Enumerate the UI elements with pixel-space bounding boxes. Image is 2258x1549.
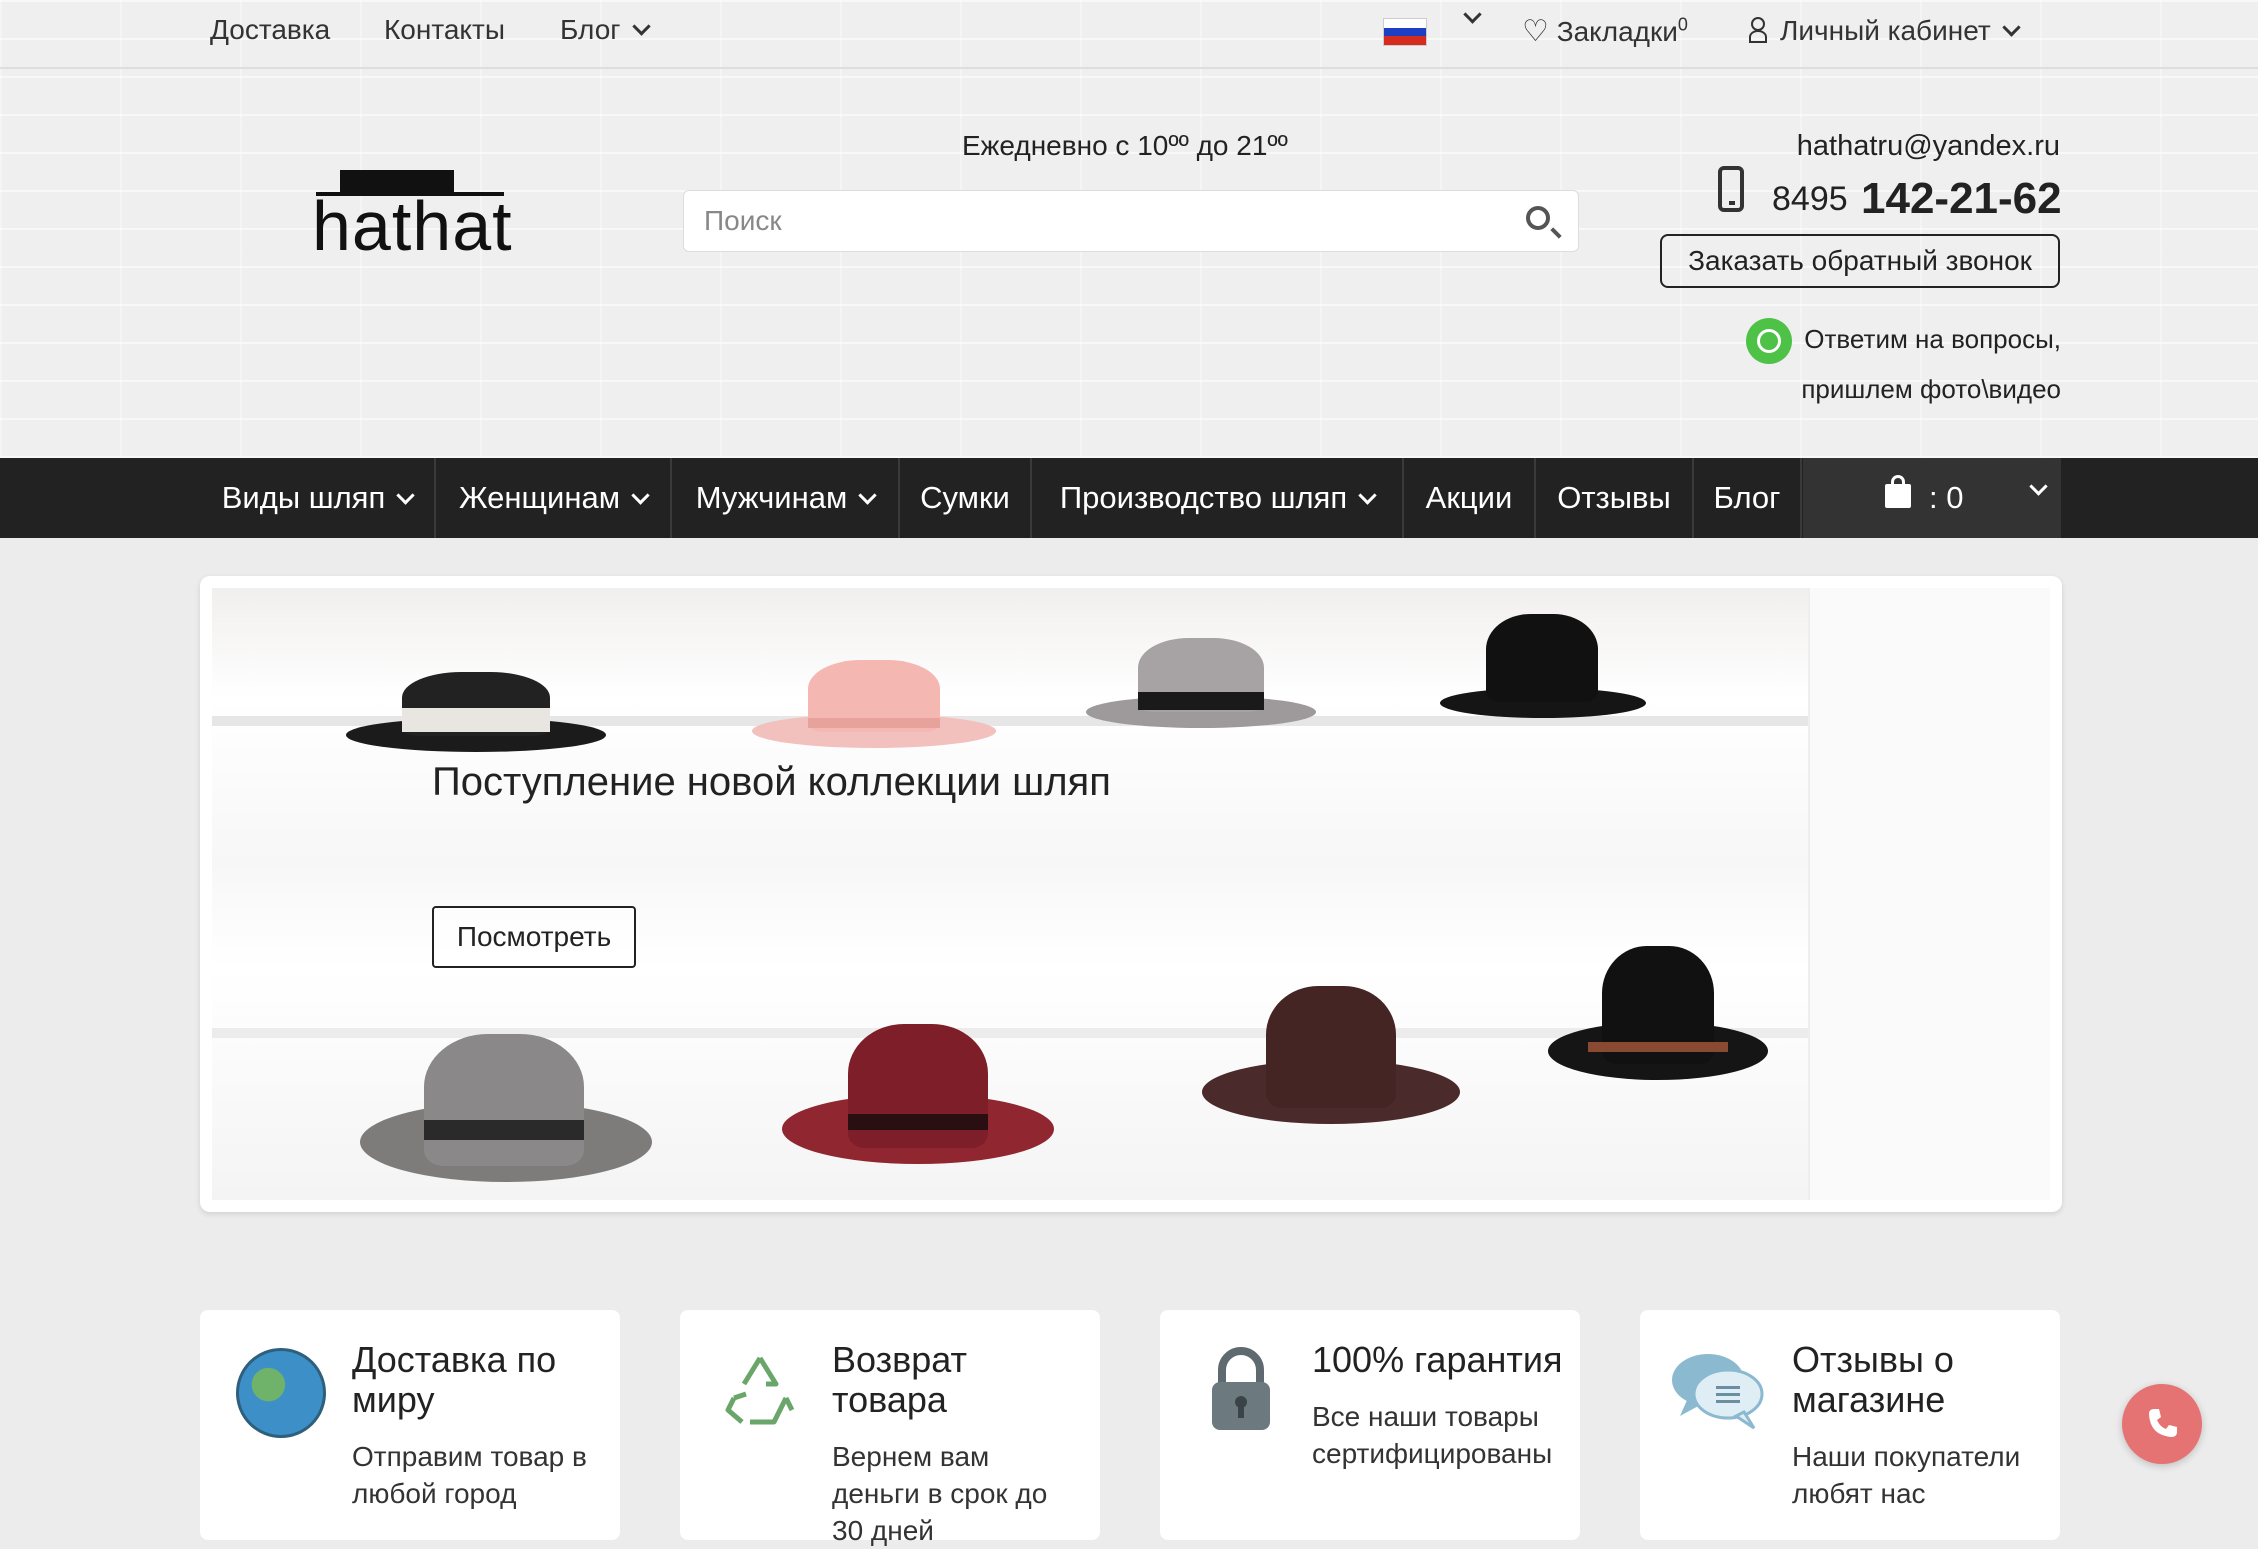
language-flag-icon[interactable] (1383, 18, 1427, 46)
feature-card-guarantee[interactable]: 100% гарантия Все наши товары сертифицир… (1160, 1310, 1580, 1540)
heart-icon: ♡ (1522, 15, 1549, 48)
hat-brown-fedora (1202, 974, 1460, 1124)
banner-image (212, 588, 2050, 1200)
banner-title: Поступление новой коллекции шляп (432, 760, 1111, 804)
feature-title: Возврат товара (832, 1339, 967, 1420)
nav-label: Производство шляп (1059, 480, 1348, 515)
feature-title: 100% гарантия (1312, 1339, 1563, 1380)
chat-icon (1668, 1350, 1768, 1430)
shelf-side (1808, 588, 2050, 1200)
language-dropdown[interactable] (1452, 5, 1482, 32)
shopping-bag-icon (1885, 475, 1911, 508)
feature-text: Вернем вам деньги в срок до 30 дней (832, 1441, 1048, 1546)
feature-card-reviews[interactable]: Отзывы о магазине Наши покупатели любят … (1640, 1310, 2060, 1540)
nav-item-bags[interactable]: Сумки (900, 458, 1032, 538)
bookmarks-link[interactable]: ♡ Закладки0 (1522, 14, 1688, 49)
globe-icon (236, 1348, 326, 1438)
site-logo[interactable]: hathat (312, 186, 513, 266)
bookmarks-count: 0 (1677, 14, 1688, 35)
flag-stripe-red (1384, 36, 1426, 45)
feature-text: Все наши товары сертифицированы (1312, 1401, 1553, 1469)
mobile-phone-icon (1718, 166, 1744, 212)
chevron-down-icon (396, 486, 415, 505)
working-hours: Ежедневно с 10ºº до 21ºº (962, 130, 1288, 161)
callback-button[interactable]: Заказать обратный звонок (1660, 234, 2060, 288)
cart-count: : 0 (1929, 480, 1964, 515)
user-icon (1748, 17, 1768, 43)
search-input[interactable] (683, 190, 1579, 252)
hat-pink (752, 658, 996, 748)
recycle-icon (720, 1350, 800, 1430)
topbar-link-contacts[interactable]: Контакты (384, 14, 505, 46)
phone-number[interactable]: 142-21-62 (1861, 174, 2062, 224)
nav-label: Мужчинам (695, 480, 848, 515)
hat-grey-black-band (1086, 638, 1316, 728)
topbar-link-blog[interactable]: Блог (560, 14, 651, 46)
search-icon[interactable] (1526, 206, 1550, 230)
chevron-down-icon (631, 17, 651, 36)
contact-email[interactable]: hathatru@yandex.ru (1797, 130, 2060, 163)
hat-grey-fedora (360, 1008, 652, 1182)
chevron-down-icon (2001, 18, 2021, 37)
feature-title: Отзывы о магазине (1792, 1339, 1954, 1420)
nav-label: Женщинам (458, 480, 621, 515)
nav-item-men[interactable]: Мужчинам (672, 458, 900, 538)
chevron-down-icon (858, 486, 877, 505)
bookmarks-label: Закладки (1556, 16, 1678, 47)
nav-label: Блог (1713, 480, 1781, 515)
chevron-down-icon (1358, 486, 1377, 505)
hat-black-leather-band (1548, 938, 1768, 1080)
whatsapp-icon[interactable] (1746, 318, 1792, 364)
nav-item-blog[interactable]: Блог (1694, 458, 1802, 538)
nav-item-women[interactable]: Женщинам (436, 458, 672, 538)
phone-icon (2146, 1406, 2180, 1445)
lock-icon (1208, 1346, 1274, 1432)
hat-black-fedora (1440, 614, 1646, 718)
hat-black-white-band (346, 668, 606, 752)
nav-label: Сумки (920, 480, 1010, 515)
flag-stripe-white (1384, 19, 1426, 28)
topbar-blog-label: Блог (560, 14, 621, 45)
cart-dropdown[interactable] (2018, 477, 2048, 504)
whatsapp-text-line2: пришлем фото\видео (1801, 374, 2061, 404)
account-label: Личный кабинет (1780, 15, 1991, 46)
nav-label: Отзывы (1557, 480, 1671, 515)
topbar-divider (0, 67, 2258, 69)
nav-item-hat-production[interactable]: Производство шляп (1032, 458, 1404, 538)
feature-text: Наши покупатели любят нас (1792, 1441, 2021, 1509)
whatsapp-text-line1: Ответим на вопросы, (1804, 324, 2061, 354)
topbar-link-delivery[interactable]: Доставка (210, 14, 330, 46)
nav-label: Акции (1425, 480, 1513, 515)
phone-prefix: 8495 (1772, 180, 1848, 218)
chevron-down-icon (631, 486, 650, 505)
feature-card-delivery[interactable]: Доставка по миру Отправим товар в любой … (200, 1310, 620, 1540)
feature-title: Доставка по миру (352, 1339, 557, 1420)
nav-item-reviews[interactable]: Отзывы (1536, 458, 1694, 538)
nav-item-sales[interactable]: Акции (1404, 458, 1536, 538)
hat-burgundy-fedora (782, 1008, 1054, 1164)
nav-label: Виды шляп (221, 480, 386, 515)
feature-text: Отправим товар в любой город (352, 1441, 587, 1509)
flag-stripe-blue (1384, 27, 1426, 37)
feature-card-return[interactable]: Возврат товара Вернем вам деньги в срок … (680, 1310, 1100, 1546)
banner-view-button[interactable]: Посмотреть (432, 906, 636, 968)
call-button[interactable] (2122, 1384, 2202, 1464)
account-link[interactable]: Личный кабинет (1748, 14, 2021, 47)
nav-item-hat-types[interactable]: Виды шляп (200, 458, 436, 538)
